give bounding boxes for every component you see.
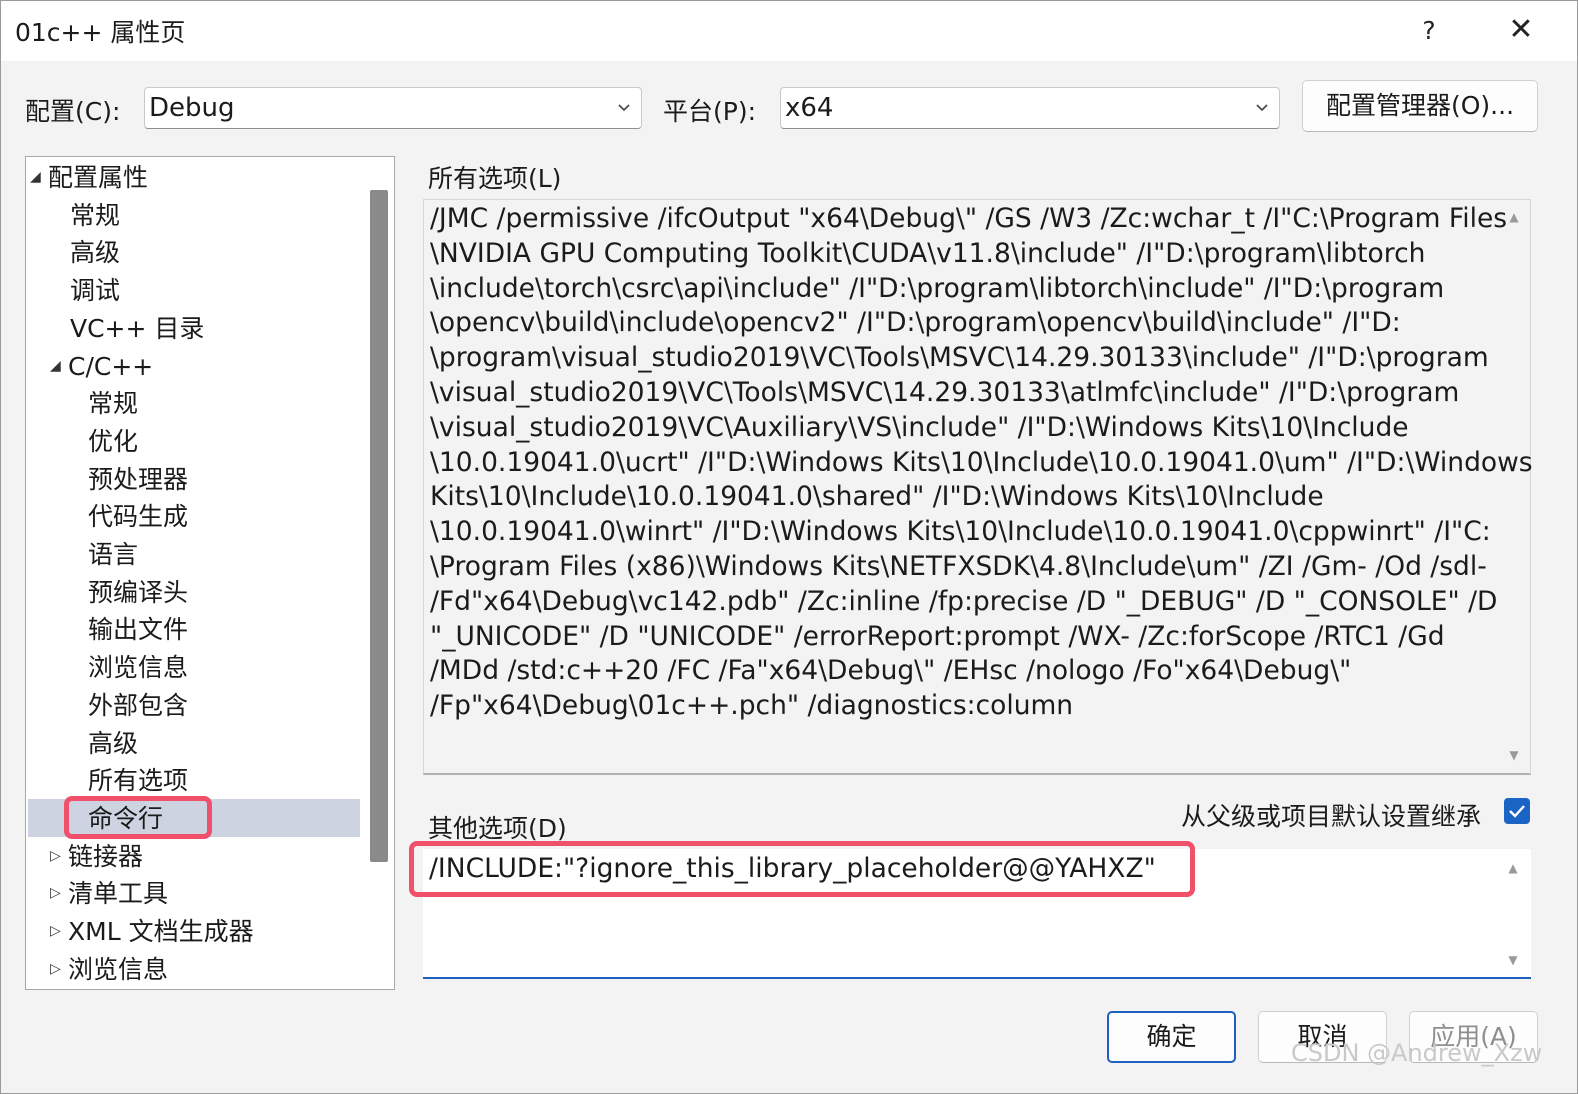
tree-item[interactable]: 预编译头 [88, 574, 188, 612]
all-options-line: \visual_studio2019\VC\Tools\MSVC\14.29.3… [430, 376, 1460, 408]
tree-scrollbar-thumb[interactable] [370, 190, 388, 862]
property-pages-dialog: 01c++ 属性页 ? ✕ 配置(C): Debug 平台(P): x64 配置… [0, 0, 1578, 1094]
inherit-label: 从父级或项目默认设置继承 [1181, 802, 1482, 831]
tree-item-label: 浏览信息 [88, 653, 189, 683]
tree-item[interactable]: 所有选项 [88, 762, 188, 800]
tree-item[interactable]: ▷ 浏览信息 [50, 951, 168, 989]
highlight-annotation-command-line [64, 796, 212, 839]
all-options-line: \Program Files (x86)\Windows Kits\NETFXS… [430, 550, 1487, 582]
all-options-line: "_UNICODE" /D "UNICODE" /errorReport:pro… [430, 620, 1445, 652]
platform-value: x64 [785, 93, 834, 123]
tree-item-label: 预编译头 [88, 577, 189, 607]
tree-item[interactable]: 预处理器 [88, 461, 188, 499]
expand-arrow-icon[interactable]: ▷ [50, 837, 68, 875]
all-options-line: \program\visual_studio2019\VC\Tools\MSVC… [430, 342, 1489, 374]
expand-arrow-icon[interactable]: ▷ [50, 950, 68, 988]
chevron-down-icon [618, 104, 630, 112]
tree-item-label: 优化 [88, 426, 139, 456]
title-bar: 01c++ 属性页 ? ✕ [1, 1, 1577, 61]
ok-button[interactable]: 确定 [1107, 1011, 1236, 1063]
platform-dropdown[interactable]: x64 [780, 87, 1280, 129]
scroll-up-icon[interactable]: ▲ [1506, 210, 1522, 226]
tree-item-label: 预处理器 [88, 464, 189, 494]
tree-item-label: 链接器 [68, 841, 144, 871]
all-options-line: \10.0.19041.0\winrt" /I"D:\Windows Kits\… [430, 516, 1491, 548]
tree-item-label: 语言 [88, 540, 139, 569]
tree-item-label: 高级 [88, 728, 139, 758]
all-options-label: 所有选项(L) [428, 164, 562, 193]
tree-item[interactable]: 高级 [70, 234, 120, 272]
all-options-line: Kits\10\Include\10.0.19041.0\shared" /I"… [430, 481, 1324, 513]
tree-item[interactable]: 浏览信息 [88, 649, 188, 687]
tree-item-label: 高级 [70, 238, 121, 268]
tree-item-label: 常规 [88, 389, 139, 419]
scroll-down-icon[interactable]: ▼ [1506, 748, 1522, 764]
help-button[interactable]: ? [1401, 9, 1457, 53]
tree-item-label: 常规 [70, 200, 121, 230]
other-options-label: 其他选项(D) [428, 814, 567, 843]
all-options-line: \opencv\build\include\opencv2" /I"D:\pro… [430, 307, 1401, 339]
tree-item[interactable]: ◢ 配置属性 [30, 159, 148, 197]
all-options-line: /JMC /permissive /ifcOutput "x64\Debug\"… [430, 203, 1508, 234]
all-options-line: /MDd /std:c++20 /FC /Fa"x64\Debug\" /EHs… [430, 655, 1352, 687]
tree-item-label: XML 文档生成器 [68, 917, 254, 946]
configuration-manager-button[interactable]: 配置管理器(O)... [1302, 80, 1538, 132]
tree-item-label: 外部包含 [88, 690, 189, 720]
close-icon: ✕ [1508, 12, 1534, 47]
all-options-line: /Fp"x64\Debug\01c++.pch" /diagnostics:co… [430, 690, 1074, 722]
config-dropdown[interactable]: Debug [144, 87, 642, 129]
inherit-checkbox[interactable] [1504, 798, 1530, 824]
all-options-line: \include\torch\csrc\api\include" /I"D:\p… [430, 272, 1445, 304]
tree-item-label: C/C++ [68, 351, 154, 381]
close-button[interactable]: ✕ [1491, 9, 1551, 53]
config-value: Debug [149, 93, 235, 123]
config-label: 配置(C): [25, 97, 121, 126]
expand-arrow-icon[interactable]: ▷ [50, 874, 68, 912]
tree-item[interactable]: ▷ XML 文档生成器 [50, 913, 254, 951]
scroll-up-icon[interactable]: ▲ [1505, 861, 1521, 877]
highlight-annotation-other-options [409, 841, 1195, 897]
scroll-down-icon[interactable]: ▼ [1505, 953, 1521, 969]
tree-item-label: 输出文件 [88, 615, 189, 645]
tree-item-label: 配置属性 [48, 163, 149, 192]
property-tree: ◢ 配置属性 常规 高级 调试 VC++ 目录 ◢ C/C++ 常规 优化 预处理器 代码生成 语言 预编… [25, 156, 395, 990]
tree-item-label: VC++ 目录 [70, 313, 205, 343]
all-options-text: /JMC /permissive /ifcOutput "x64\Debug\"… [430, 202, 1533, 724]
tree-item-label: 调试 [70, 276, 121, 306]
platform-label: 平台(P): [663, 97, 757, 126]
tree-item[interactable]: 高级 [88, 725, 138, 763]
tree-item[interactable]: VC++ 目录 [70, 310, 204, 348]
tree-item[interactable]: ◢ C/C++ [50, 348, 153, 386]
all-options-line: /Fd"x64\Debug\vc142.pdb" /Zc:inline /fp:… [430, 585, 1498, 617]
all-options-line: \visual_studio2019\VC\Auxiliary\VS\inclu… [430, 411, 1409, 443]
tree-item[interactable]: 优化 [88, 423, 138, 461]
tree-item[interactable]: 常规 [88, 385, 138, 423]
watermark: CSDN @Andrew_Xzw [1291, 1039, 1543, 1067]
expand-arrow-icon[interactable]: ▷ [50, 912, 68, 950]
window-title: 01c++ 属性页 [15, 18, 186, 47]
chevron-down-icon [1256, 104, 1268, 112]
collapse-arrow-icon[interactable]: ◢ [30, 158, 48, 196]
all-options-textbox[interactable]: /JMC /permissive /ifcOutput "x64\Debug\"… [423, 199, 1533, 775]
tree-item-label: 清单工具 [68, 879, 169, 909]
tree-item[interactable]: 调试 [70, 272, 120, 310]
tree-item[interactable]: ▷ 清单工具 [50, 875, 168, 913]
all-options-line: \NVIDIA GPU Computing Toolkit\CUDA\v11.8… [430, 237, 1426, 269]
collapse-arrow-icon[interactable]: ◢ [50, 347, 68, 385]
tree-item[interactable]: ▷ 链接器 [50, 838, 143, 876]
tree-item[interactable]: 常规 [70, 197, 120, 235]
tree-item-label: 所有选项 [88, 766, 189, 796]
checkmark-icon [1509, 805, 1525, 818]
tree-item[interactable]: 语言 [88, 536, 138, 574]
tree-item[interactable]: 输出文件 [88, 611, 188, 649]
tree-item-label: 浏览信息 [68, 954, 169, 984]
tree-item[interactable]: 外部包含 [88, 687, 188, 725]
all-options-line: \10.0.19041.0\ucrt" /I"D:\Windows Kits\1… [430, 446, 1533, 478]
tree-item[interactable]: 代码生成 [88, 498, 188, 536]
tree-item-label: 代码生成 [88, 502, 189, 532]
